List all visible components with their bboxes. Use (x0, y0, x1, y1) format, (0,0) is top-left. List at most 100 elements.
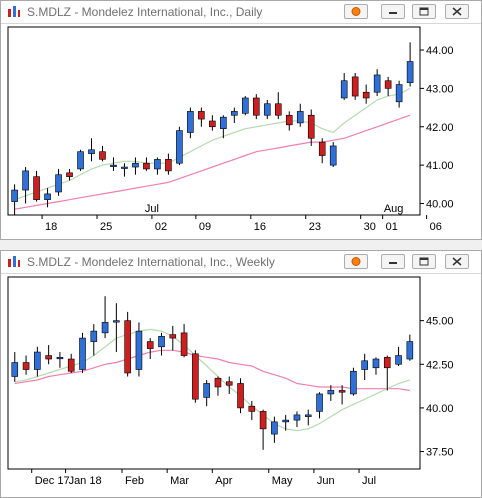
daily-window-title: S.MDLZ - Mondelez International, Inc., D… (27, 5, 263, 19)
weekly-candle-body (146, 341, 154, 349)
restore-icon[interactable] (412, 254, 436, 269)
daily-candle-body (44, 193, 51, 200)
daily-candle-body (121, 166, 128, 169)
minimize-icon[interactable] (381, 254, 405, 269)
weekly-candle-body (45, 355, 52, 360)
weekly-candle (350, 367, 357, 396)
weekly-candle-body (248, 405, 256, 412)
daily-y-tick-label: 43.00 (426, 83, 454, 95)
daily-candle-body (263, 103, 271, 116)
weekly-title-bar[interactable]: S.MDLZ - Mondelez International, Inc., W… (1, 251, 481, 274)
daily-x-tick-label: 25 (100, 221, 112, 233)
weekly-candle-body (22, 362, 30, 370)
weekly-candle-body (79, 337, 86, 370)
restore-icon[interactable] (412, 4, 436, 19)
weekly-x-tick-label: May (272, 475, 293, 487)
weekly-candle-body (67, 358, 75, 372)
daily-candle-body (285, 114, 293, 126)
daily-candle (252, 94, 260, 120)
daily-candle-body (187, 111, 194, 133)
daily-candle-body (307, 114, 315, 139)
daily-candle-body (329, 145, 337, 166)
daily-y-tick-label: 44.00 (426, 45, 454, 57)
weekly-candle-body (90, 330, 98, 342)
weekly-x-tick-label: Feb (125, 475, 144, 487)
daily-candle-body (22, 170, 29, 191)
weekly-candle-body (304, 414, 312, 417)
weekly-y-tick-label: 42.50 (426, 359, 454, 371)
daily-candle-body (373, 74, 381, 93)
weekly-candle-body (316, 393, 323, 412)
weekly-y-tick-label: 40.00 (426, 403, 454, 415)
daily-candle-body (132, 162, 139, 168)
daily-x-tick-label: 23 (309, 221, 321, 233)
weekly-candle-body (124, 320, 131, 374)
weekly-candle-body (192, 353, 199, 400)
weekly-candle (124, 311, 131, 377)
daily-candle-body (209, 120, 216, 128)
daily-candle-body (77, 151, 84, 170)
weekly-candle-body (395, 355, 402, 365)
weekly-candle-body (225, 381, 233, 386)
app-chart-icon (7, 5, 21, 24)
weekly-window-title: S.MDLZ - Mondelez International, Inc., W… (27, 255, 275, 269)
orange-dot-icon[interactable] (344, 4, 368, 19)
close-icon[interactable] (445, 254, 469, 269)
daily-candle-body (318, 141, 326, 156)
weekly-candle-body (259, 411, 267, 430)
app-chart-icon (7, 255, 21, 274)
daily-price-chart: 40.00 41.00 42.00 43.00 44.00 18 25 02 Jul 09 16 23… (7, 26, 454, 233)
daily-candle (351, 73, 359, 100)
weekly-candle-body (293, 414, 301, 421)
daily-candle-body (88, 149, 95, 154)
weekly-candle-body (350, 370, 357, 395)
daily-chart-window: S.MDLZ - Mondelez International, Inc., D… (0, 0, 482, 240)
daily-candle-body (66, 172, 73, 177)
weekly-candle-body (237, 383, 244, 409)
minimize-icon[interactable] (381, 4, 405, 19)
weekly-candle-body (113, 320, 120, 323)
daily-candle-body (351, 76, 359, 97)
daily-candle-body (165, 159, 172, 172)
daily-candle-body (99, 151, 106, 160)
weekly-chart-window: S.MDLZ - Mondelez International, Inc., W… (0, 250, 482, 498)
weekly-candle (237, 378, 244, 414)
daily-candle-body (242, 97, 249, 114)
daily-y-tick-label: 40.00 (426, 198, 454, 210)
weekly-x-tick-label: Jan 18 (69, 475, 102, 487)
weekly-x-tick-label: Jul (362, 475, 376, 487)
daily-candle-body (143, 162, 150, 170)
daily-candle-body (406, 61, 414, 83)
weekly-candle-body (11, 362, 19, 377)
daily-candle (329, 142, 337, 168)
weekly-x-tick-label: Dec 17 (35, 475, 70, 487)
daily-candle-body (340, 80, 348, 99)
daily-x-upper-label: Aug (384, 203, 404, 215)
weekly-candle-body (361, 360, 368, 370)
weekly-x-tick-label: Mar (170, 475, 189, 487)
weekly-candle-body (338, 390, 346, 393)
close-icon[interactable] (445, 4, 469, 19)
daily-candle-body (33, 176, 40, 200)
daily-candle-body (296, 111, 304, 124)
daily-x-tick-label: 18 (45, 221, 57, 233)
daily-candle (242, 96, 249, 116)
daily-candle-body (198, 111, 205, 120)
weekly-candle-body (214, 377, 222, 388)
daily-x-tick-label: 06 (430, 221, 442, 233)
daily-candle-body (252, 97, 260, 116)
orange-dot-icon[interactable] (344, 254, 368, 269)
weekly-y-tick-label: 45.00 (426, 316, 454, 328)
daily-x-tick-label: 30 (364, 221, 376, 233)
weekly-price-chart: 37.50 40.00 42.50 45.00 Dec 17 Jan 18 Feb Mar Ap… (7, 276, 454, 487)
weekly-y-tick-label: 37.50 (426, 447, 454, 459)
daily-x-tick-label: 02 (155, 221, 167, 233)
weekly-candle-body (56, 356, 64, 360)
daily-x-tick-label: 09 (199, 221, 211, 233)
weekly-candle-body (406, 341, 414, 360)
daily-candle-body (11, 189, 18, 202)
daily-candle-body (220, 116, 227, 129)
weekly-x-tick-label: Apr (215, 475, 232, 487)
daily-title-bar[interactable]: S.MDLZ - Mondelez International, Inc., D… (1, 1, 481, 24)
weekly-x-tick-label: Jun (317, 475, 335, 487)
